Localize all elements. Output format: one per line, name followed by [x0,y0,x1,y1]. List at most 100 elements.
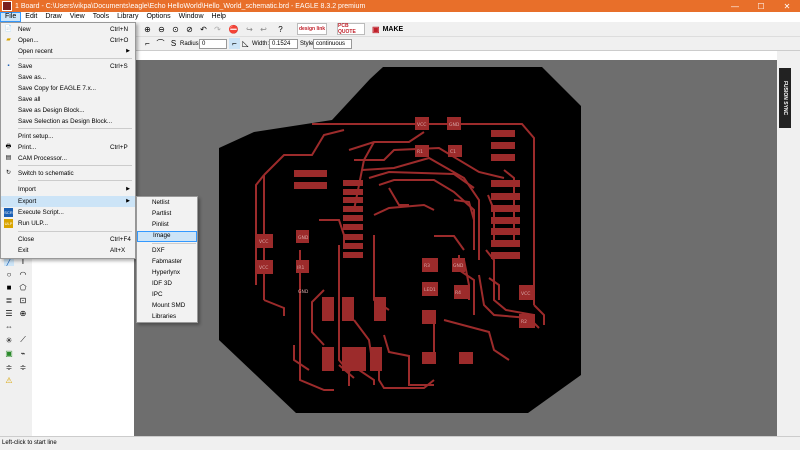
menu-item-new[interactable]: 📄 New Ctrl+N [1,24,135,35]
fusion-sync-tab[interactable]: FUSION SYNC [779,68,791,128]
stop-icon[interactable]: ⛔ [228,24,239,35]
menu-item-open-recent[interactable]: Open recent ▶ [1,46,135,57]
menu-item-open[interactable]: ▰ Open... Ctrl+O [1,35,135,46]
export-item-dxf[interactable]: DXF [137,246,197,257]
go-icon[interactable]: ↪ [244,24,255,35]
export-item-image[interactable]: Image [137,231,197,242]
help-icon[interactable]: ? [275,24,286,35]
rect-tool-icon[interactable]: ■ [4,282,14,292]
ratsnest-icon[interactable]: ⇔ [4,321,14,331]
undo-icon[interactable]: ↶ [198,24,209,35]
bend-style-3-icon[interactable]: S [168,38,179,49]
menu-item-label: Save Copy for EAGLE 7.x... [18,85,97,92]
submenu-arrow-icon: ▶ [126,48,130,54]
radius-select[interactable]: 0 [199,39,227,49]
label-r2: R2 [521,319,527,325]
export-item-partlist[interactable]: Partlist [137,209,197,220]
bend-style-1-icon[interactable]: ⌐ [142,38,153,49]
warning-icon[interactable]: ⚠ [4,375,14,385]
zoom-select-icon[interactable]: ⊙ [170,24,181,35]
menu-help[interactable]: Help [208,12,230,22]
menu-item-import[interactable]: Import ▶ [1,184,135,195]
menu-item-switch-schematic[interactable]: ↻ Switch to schematic [1,168,135,179]
style-select[interactable]: continuous [313,39,352,49]
menu-file[interactable]: File [0,12,22,22]
bend-style-2-icon[interactable]: ⌒ [155,38,166,49]
menu-item-export[interactable]: Export ▶ [1,196,135,207]
layer-stack-icon[interactable]: ≣ [4,295,14,305]
menu-item-print[interactable]: 🖶 Print... Ctrl+P [1,142,135,153]
menu-item-close[interactable]: Close Ctrl+F4 [1,234,135,245]
title-bar: 1 Board - C:\Users\vikpa\Documents\eagle… [0,0,800,12]
export-item-hyperlynx[interactable]: Hyperlynx [137,268,197,279]
menu-item-label: CAM Processor... [18,155,67,162]
menu-item-save-as[interactable]: Save as... [1,72,135,83]
route-tool-icon[interactable]: ✳ [4,335,14,345]
redo-icon[interactable]: ↷ [212,24,223,35]
zoom-fit-icon[interactable]: ⊘ [184,24,195,35]
go-back-icon[interactable]: ↩ [258,24,269,35]
board-canvas[interactable]: VCC GND R1 C1 VCC GND VCC IR1 R3 GND LED… [134,60,777,436]
menu-item-save-all[interactable]: Save all [1,94,135,105]
menu-item-save-design-block[interactable]: Save as Design Block... [1,105,135,116]
pcb-quote-button[interactable]: PCB QUOTE [337,23,365,35]
script-icon: SCR [4,208,13,217]
label-vcc-1: VCC [417,122,426,128]
label-gnd-3: GND [453,263,464,269]
miter-round-icon[interactable]: ⌐ [229,38,240,49]
width-select[interactable]: 0.1524 [269,39,298,49]
menu-item-cam-processor[interactable]: ▤ CAM Processor... [1,153,135,164]
menu-draw[interactable]: Draw [41,12,65,22]
export-item-idf-3d[interactable]: IDF 3D [137,279,197,290]
menu-item-save-copy[interactable]: Save Copy for EAGLE 7.x... [1,83,135,94]
export-item-pinlist[interactable]: Pinlist [137,220,197,231]
menu-item-label: Export [18,198,37,205]
erc-icon[interactable]: ≑ [4,362,14,372]
export-item-mount-smd[interactable]: Mount SMD [137,301,197,312]
layers-icon[interactable]: ☰ [4,308,14,318]
zoom-out-icon[interactable]: ⊖ [156,24,167,35]
drc-icon[interactable]: ≑ [18,362,28,372]
pcb-board-drawing: VCC GND R1 C1 VCC GND VCC IR1 R3 GND LED… [219,67,581,413]
menu-item-label: Exit [18,247,29,254]
menu-item-run-ulp[interactable]: ULP Run ULP... [1,218,135,229]
close-button[interactable]: ✕ [774,0,800,12]
ripup-tool-icon[interactable]: ⟋ [18,335,28,345]
menu-item-label: Run ULP... [18,220,48,227]
menu-item-exit[interactable]: Exit Alt+X [1,245,135,256]
menu-window[interactable]: Window [175,12,208,22]
board-outline [219,67,581,413]
dimension-tool-icon[interactable]: ⊡ [18,295,28,305]
label-gnd-2: GND [298,235,309,241]
menu-item-execute-script[interactable]: SCR Execute Script... [1,207,135,218]
export-item-libraries[interactable]: Libraries [137,312,197,323]
export-item-fabmaster[interactable]: Fabmaster [137,257,197,268]
make-icon: ▣ [372,24,380,34]
design-link-button[interactable]: design link [297,23,327,35]
label-led1: LED1 [424,287,436,293]
minimize-button[interactable]: — [722,0,748,12]
maximize-button[interactable]: ☐ [748,0,774,12]
circle-tool-icon[interactable]: ○ [4,269,14,279]
submenu-arrow-icon: ▶ [126,198,130,204]
hole-tool-icon[interactable]: ⊕ [18,308,28,318]
polygon-tool-icon[interactable]: ⬠ [18,282,28,292]
menu-library[interactable]: Library [113,12,142,22]
export-submenu: Netlist Partlist Pinlist Image DXF Fabma… [136,196,198,323]
menu-view[interactable]: View [66,12,89,22]
export-item-netlist[interactable]: Netlist [137,198,197,209]
autorouter-icon[interactable]: ▣ [4,348,14,358]
status-text: Left-click to start line [2,440,57,446]
menu-item-save[interactable]: ▪ Save Ctrl+S [1,61,135,72]
miter-straight-icon[interactable]: ◺ [240,38,251,49]
menu-tools[interactable]: Tools [89,12,113,22]
optimize-icon[interactable]: ⌁ [18,348,28,358]
menu-item-save-selection-design-block[interactable]: Save Selection as Design Block... [1,116,135,127]
zoom-in-icon[interactable]: ⊕ [142,24,153,35]
menu-edit[interactable]: Edit [21,12,41,22]
menu-options[interactable]: Options [142,12,174,22]
make-button[interactable]: ▣ MAKE [372,23,403,35]
arc-tool-icon[interactable]: ◠ [18,269,28,279]
menu-item-print-setup[interactable]: Print setup... [1,131,135,142]
export-item-ipc[interactable]: IPC [137,290,197,301]
